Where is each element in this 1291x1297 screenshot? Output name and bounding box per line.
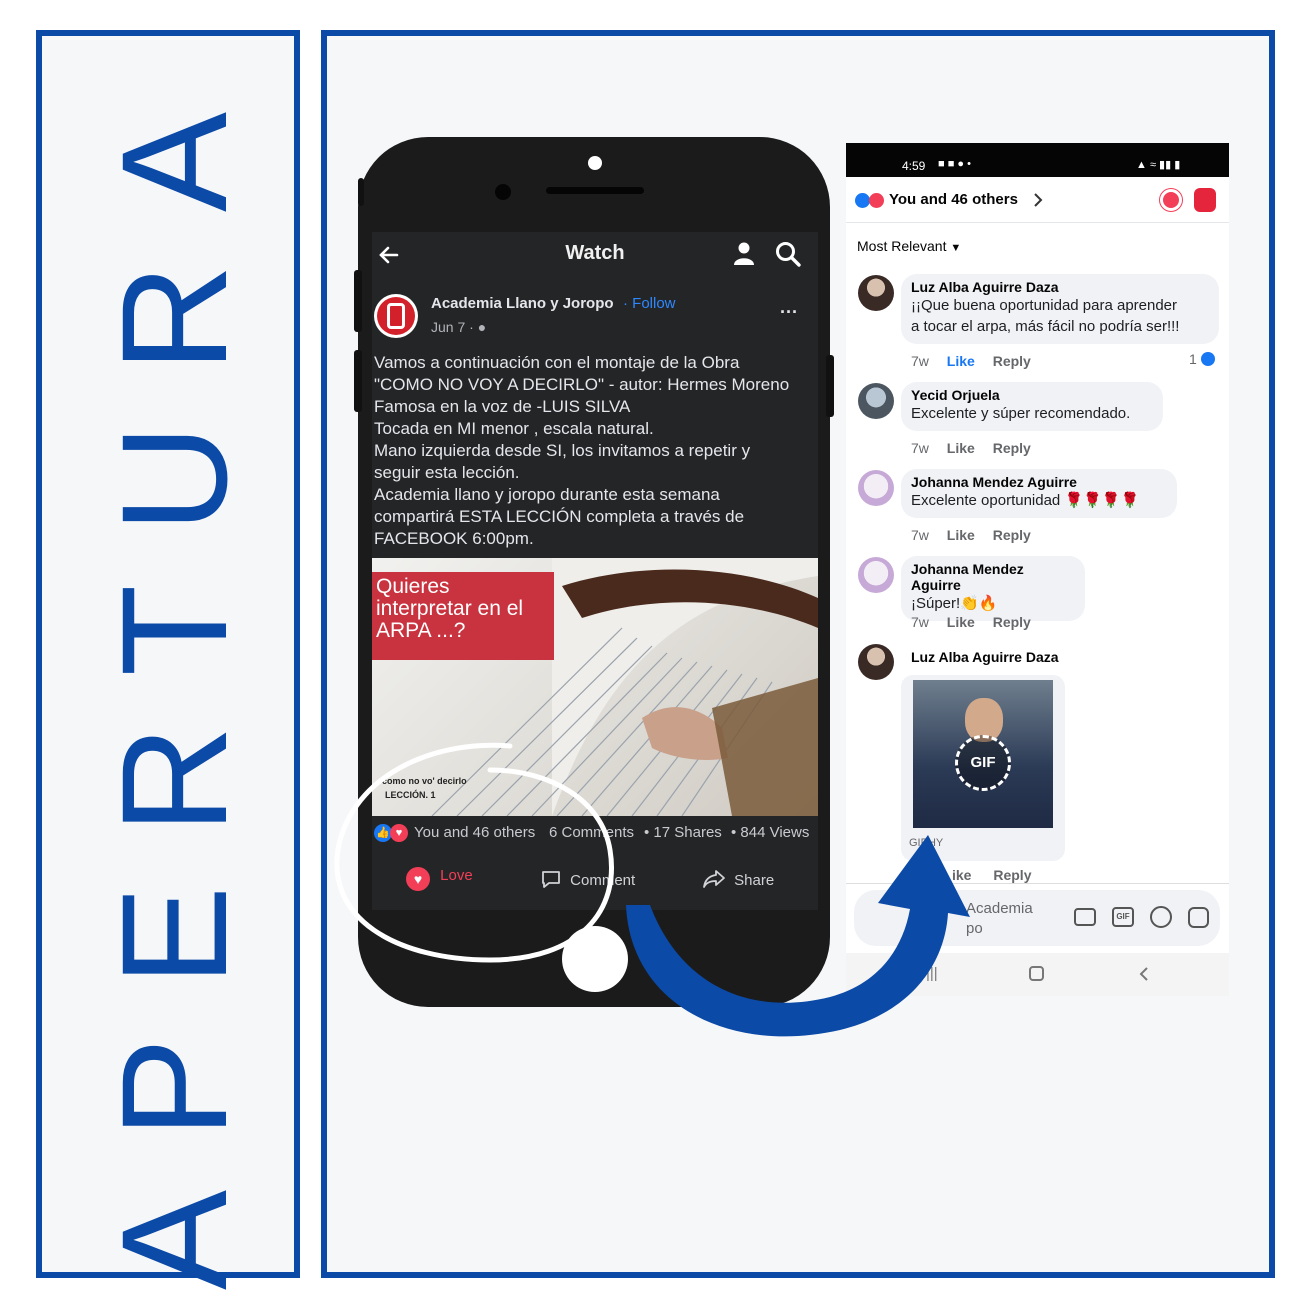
watch-topbar: Watch [372, 232, 818, 280]
reactions-header[interactable]: You and 46 others [846, 177, 1229, 223]
comment-author[interactable]: Luz Alba Aguirre Daza [911, 279, 1209, 295]
comment-meta: 7w Like Reply [911, 440, 1031, 456]
phone-camera [495, 184, 511, 200]
phone-volume-up [354, 270, 362, 332]
love-react-button-icon[interactable] [1160, 189, 1182, 211]
status-signal-icons: ▲ ≈ ▮▮ ▮ [1136, 159, 1181, 171]
like-link[interactable]: Like [947, 353, 975, 369]
post-date-text: Jun 7 · [431, 319, 474, 335]
comment-text: Excelente y súper recomendado. [911, 405, 1131, 422]
highlight-circle [334, 742, 614, 963]
comment-author[interactable]: Johanna Mendez Aguirre [911, 561, 1075, 593]
comment-author[interactable]: Johanna Mendez Aguirre [911, 474, 1167, 490]
sort-label: Most Relevant [857, 238, 947, 254]
comment-text: ¡Súper!👏🔥 [911, 593, 1075, 614]
status-notification-icons: ■ ■ ● • [938, 158, 971, 170]
comment-bubble: Luz Alba Aguirre Daza ¡¡Que buena oportu… [901, 274, 1219, 344]
sort-dropdown[interactable]: Most Relevant ▼ [857, 238, 961, 254]
globe-icon: ● [477, 319, 487, 335]
arrow-icon [626, 835, 970, 1037]
reaction-count: 1 [1189, 351, 1197, 367]
messenger-icon[interactable] [1194, 188, 1216, 212]
comment-text: ¡¡Que buena oportunidad para aprender a … [911, 297, 1180, 335]
comment-meta: 7w Like Reply [911, 353, 1031, 369]
camera-icon[interactable] [1074, 908, 1096, 926]
reply-link[interactable]: Reply [993, 614, 1031, 630]
comment-meta: 7w Like Reply [911, 614, 1031, 630]
video-banner: Quieres interpretar en el ARPA ...? [372, 572, 554, 660]
more-options-icon[interactable]: ··· [780, 302, 798, 323]
like-link[interactable]: Like [947, 440, 975, 456]
gif-play-badge[interactable]: GIF [955, 735, 1011, 791]
reactions-summary[interactable]: You and 46 others [889, 191, 1018, 208]
comment-author[interactable]: Luz Alba Aguirre Daza [911, 649, 1059, 665]
avatar[interactable] [858, 275, 894, 311]
comment-meta: 7w Like Reply [911, 527, 1031, 543]
sticker-icon[interactable] [1188, 907, 1209, 928]
post-text: Vamos a continuación con el montaje de l… [374, 353, 790, 548]
status-bar: 4:59 ■ ■ ● • ▲ ≈ ▮▮ ▮ [846, 143, 1229, 177]
post-author[interactable]: Academia Llano y Joropo [431, 295, 614, 312]
comment-author[interactable]: Yecid Orjuela [911, 387, 1153, 403]
avatar[interactable] [858, 644, 894, 680]
comment-bubble: Johanna Mendez Aguirre Excelente oportun… [901, 469, 1177, 518]
avatar[interactable] [858, 470, 894, 506]
gif-image: GIF [913, 680, 1053, 828]
status-time: 4:59 [902, 159, 926, 173]
avatar[interactable] [858, 383, 894, 419]
phone-volume-down [354, 350, 362, 412]
comment-time: 7w [911, 527, 929, 543]
page-avatar[interactable] [374, 294, 418, 338]
clap-fire-emoji: 👏🔥 [960, 595, 998, 612]
like-reaction-icon [1200, 352, 1215, 366]
comment-bubble: Yecid Orjuela Excelente y súper recomend… [901, 382, 1163, 431]
post-date: Jun 7 · ● [431, 319, 486, 335]
comment-text: Excelente oportunidad 🌹🌹🌹🌹 [911, 490, 1167, 511]
comment-reaction-count[interactable]: 1 [1189, 351, 1215, 367]
like-reaction-icon [855, 193, 870, 208]
comment-time: 7w [911, 440, 929, 456]
love-reaction-icon [869, 193, 884, 208]
chevron-right-icon[interactable] [1032, 191, 1044, 209]
avatar[interactable] [858, 557, 894, 593]
like-link[interactable]: Like [947, 527, 975, 543]
gif-card[interactable]: GIF GIPHY [901, 675, 1065, 861]
comment-text-body: Excelente oportunidad [911, 492, 1061, 509]
phone-power-button [826, 355, 834, 417]
reply-link[interactable]: Reply [993, 353, 1031, 369]
chevron-down-icon: ▼ [950, 242, 962, 254]
side-title: APERTURA [90, 59, 258, 1291]
reply-link[interactable]: Reply [993, 440, 1031, 456]
reply-link[interactable]: Reply [993, 867, 1031, 883]
comment-time: 7w [911, 353, 929, 369]
rose-emoji: 🌹🌹🌹🌹 [1064, 492, 1140, 509]
comment-bubble: Johanna Mendez Aguirre ¡Súper!👏🔥 [901, 556, 1085, 621]
phone-speaker [546, 187, 644, 194]
gif-icon[interactable]: GIF [1112, 907, 1134, 927]
phone-mute-switch [358, 178, 364, 206]
search-icon[interactable] [774, 240, 802, 268]
profile-icon[interactable] [732, 241, 756, 267]
back-icon[interactable] [1138, 965, 1150, 983]
follow-label[interactable]: Follow [632, 295, 675, 312]
comment-text-body: ¡Súper! [911, 595, 961, 612]
emoji-icon[interactable] [1150, 906, 1172, 928]
reply-link[interactable]: Reply [993, 527, 1031, 543]
post-card: Academia Llano y Joropo · Follow Jun 7 ·… [372, 282, 818, 558]
home-icon[interactable] [1029, 966, 1044, 981]
comment-time: 7w [911, 614, 929, 630]
phone-sensor [588, 156, 602, 170]
follow-link[interactable]: · Follow [623, 295, 676, 312]
like-link[interactable]: Like [947, 614, 975, 630]
